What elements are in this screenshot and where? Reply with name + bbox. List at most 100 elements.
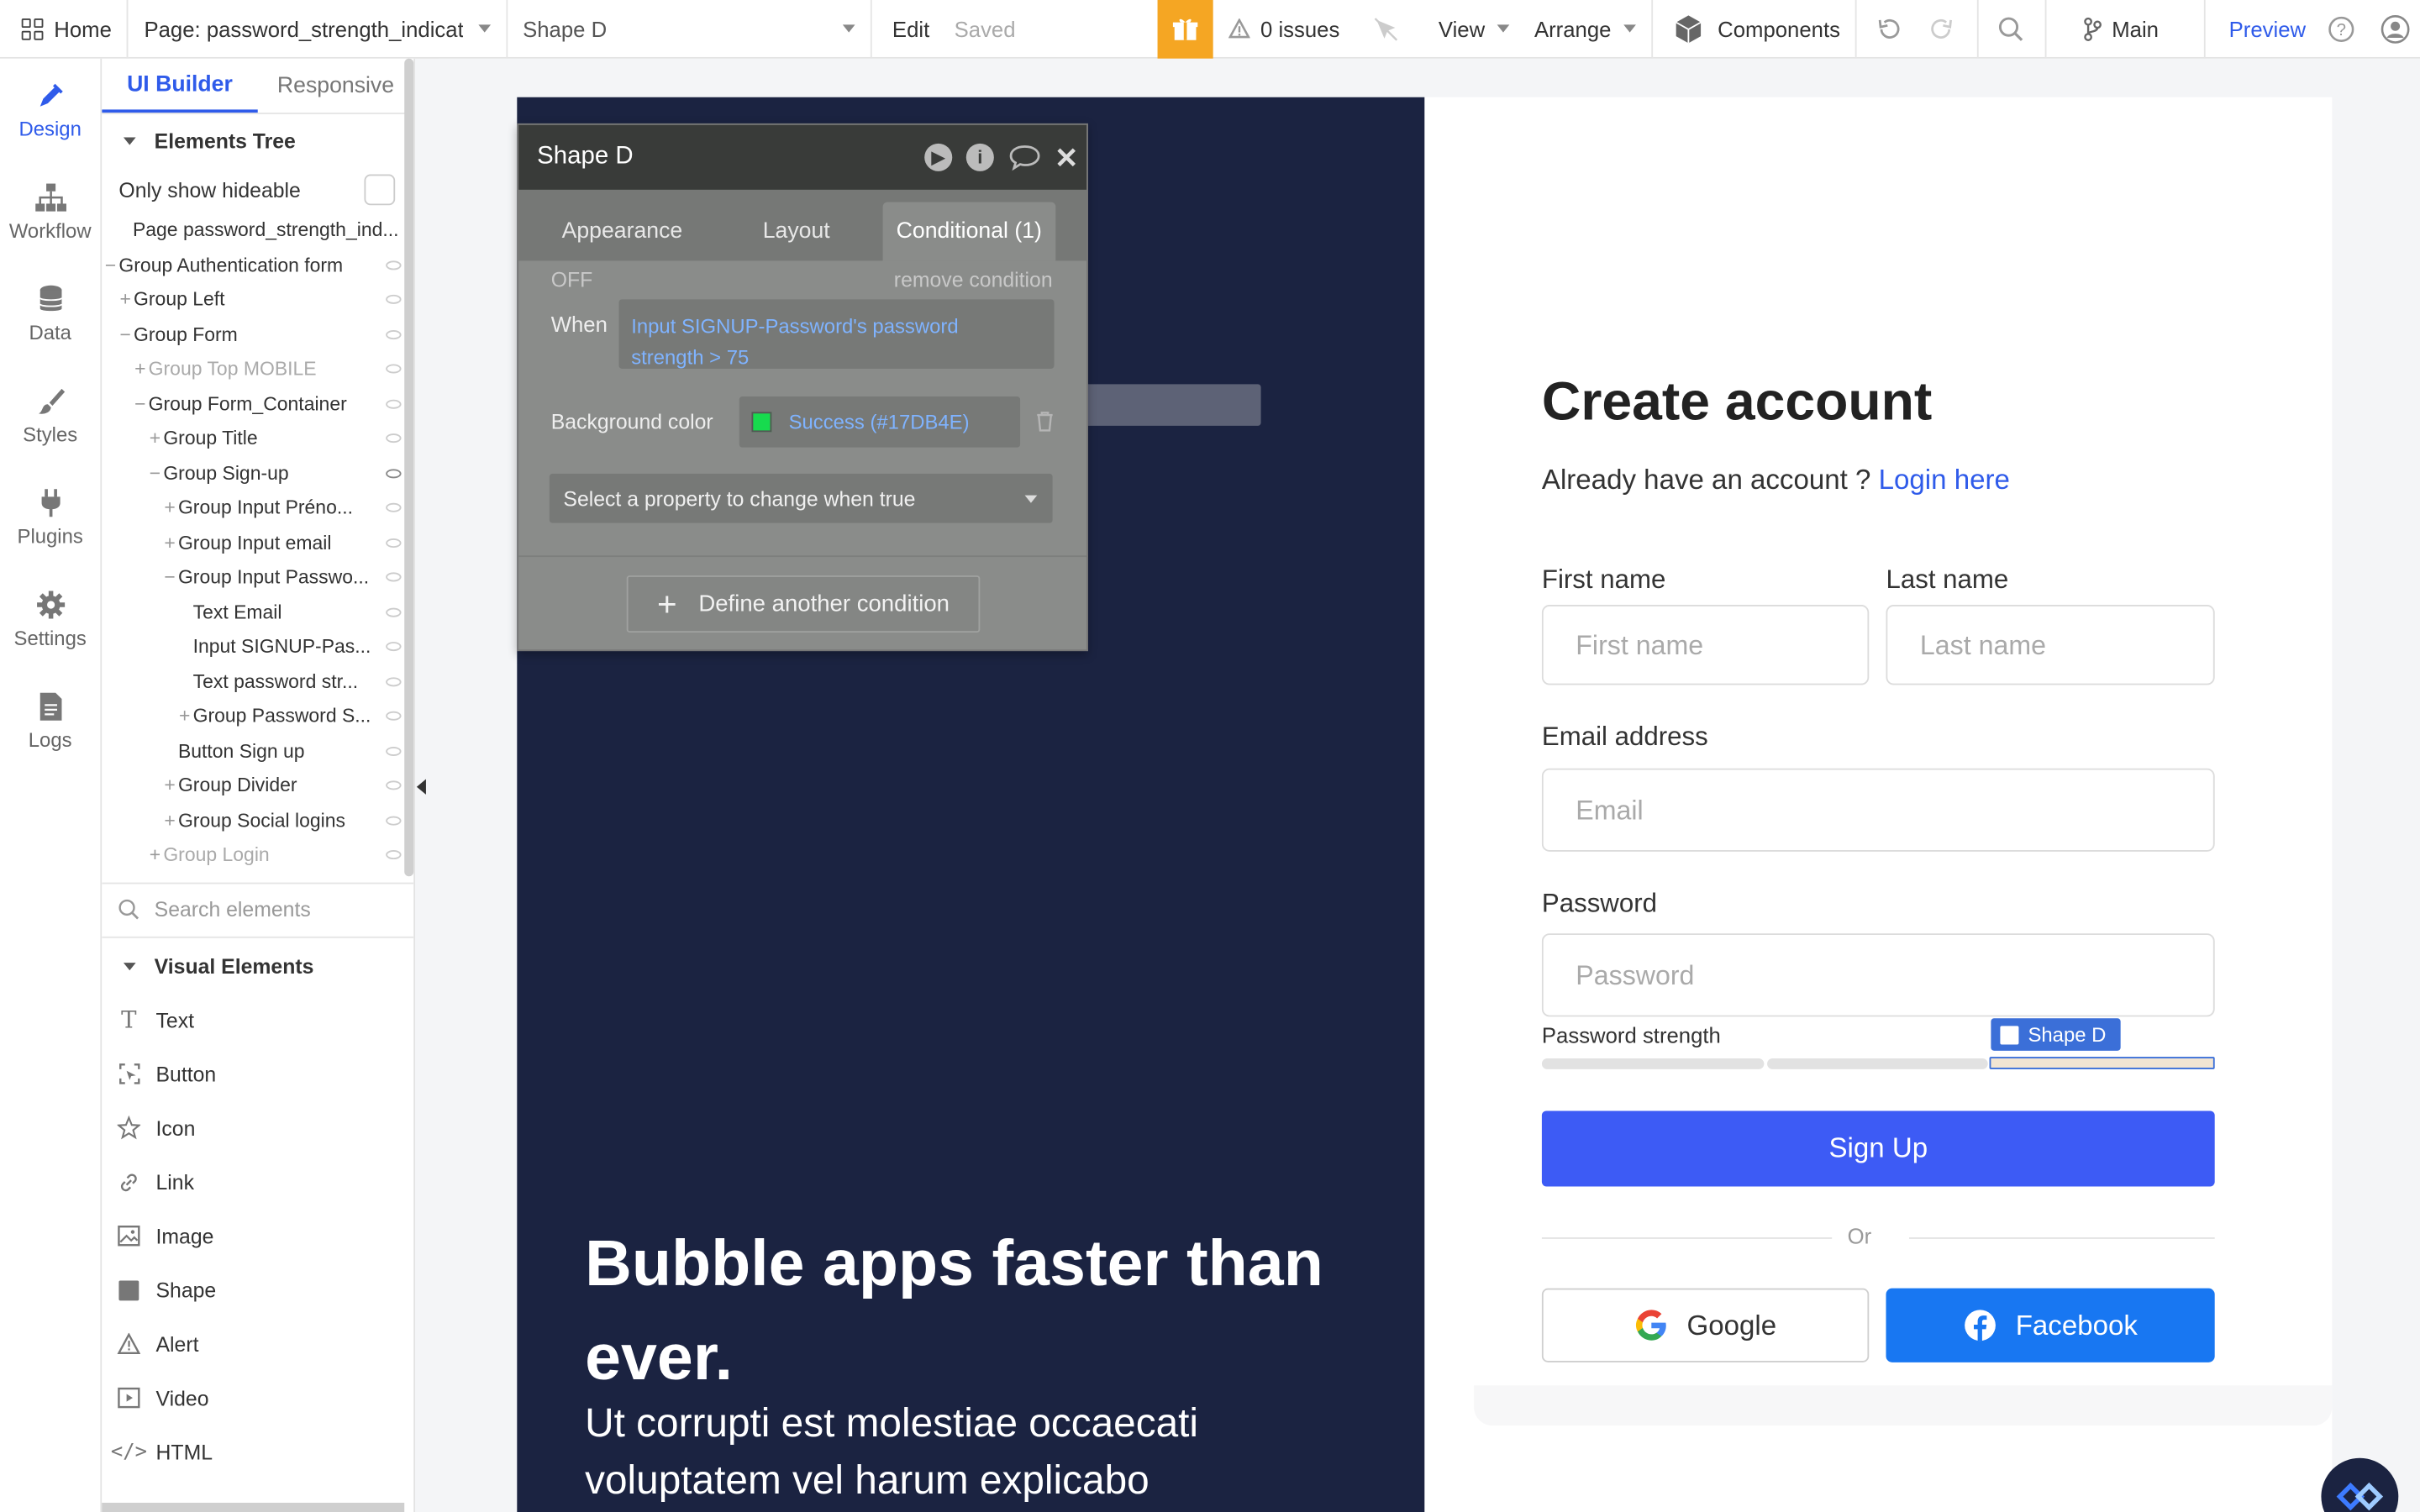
tree-item[interactable]: + Group Login [102, 837, 413, 872]
expand-icon[interactable]: + [150, 428, 164, 449]
expand-icon[interactable]: + [164, 810, 178, 832]
rail-item-styles[interactable]: Styles [0, 364, 100, 465]
visual-element-link[interactable]: Link [102, 1155, 413, 1209]
panel-scrollbar[interactable] [404, 58, 414, 877]
comment-icon[interactable] [1007, 144, 1041, 171]
expand-icon[interactable]: + [164, 774, 178, 796]
redo-button[interactable] [1916, 0, 1980, 58]
eye-icon[interactable] [386, 433, 402, 444]
tab-appearance[interactable]: Appearance [534, 202, 711, 261]
trash-icon[interactable] [1035, 411, 1054, 433]
eye-icon[interactable] [386, 642, 402, 652]
select-property-dropdown[interactable]: Select a property to change when true [549, 473, 1053, 523]
collapse-panel-arrow-icon[interactable] [416, 779, 426, 795]
play-icon[interactable]: ▶ [924, 143, 953, 171]
eye-icon[interactable] [386, 364, 402, 374]
rail-item-logs[interactable]: Logs [0, 669, 100, 771]
tree-item[interactable]: + Group Left [102, 282, 413, 317]
collapse-icon[interactable]: − [164, 567, 178, 589]
visual-element-html[interactable]: </> HTML [102, 1425, 413, 1478]
tree-item[interactable]: Page password_strength_ind... [102, 213, 413, 247]
gift-button[interactable] [1158, 0, 1213, 58]
tree-item[interactable]: Text password str... [102, 664, 413, 699]
eye-icon[interactable] [386, 260, 402, 270]
rail-item-plugins[interactable]: Plugins [0, 466, 100, 568]
rail-item-settings[interactable]: Settings [0, 568, 100, 669]
rail-item-data[interactable]: Data [0, 262, 100, 364]
background-color-value[interactable]: Success (#17DB4E) [739, 396, 1021, 448]
undo-button[interactable] [1857, 0, 1916, 58]
eye-icon[interactable] [386, 746, 402, 756]
login-link[interactable]: Login here [1879, 465, 2010, 496]
expand-icon[interactable]: + [150, 844, 164, 866]
eye-icon[interactable] [386, 295, 402, 305]
condition-off-toggle[interactable]: OFF [551, 269, 593, 292]
property-editor[interactable]: Shape D ▶ i Appearance Layout Conditiona… [517, 123, 1088, 652]
last-name-input[interactable]: Last name [1886, 604, 2215, 685]
only-hideable-toggle[interactable]: Only show hideable [102, 166, 413, 213]
tree-item[interactable]: + Group Input Préno... [102, 491, 413, 525]
collapse-icon[interactable]: − [150, 463, 164, 485]
tree-item[interactable]: Text Email [102, 595, 413, 629]
tree-item[interactable]: + Group Input email [102, 525, 413, 559]
tree-item[interactable]: − Group Input Passwo... [102, 560, 413, 595]
tree-item[interactable]: Input SIGNUP-Pas... [102, 629, 413, 664]
eye-icon[interactable] [386, 607, 402, 617]
home-button[interactable]: Home [0, 0, 129, 58]
tab-responsive[interactable]: Responsive [258, 59, 414, 113]
facebook-login-button[interactable]: Facebook [1886, 1288, 2215, 1362]
expand-icon[interactable]: + [120, 289, 134, 311]
eye-icon[interactable] [386, 329, 402, 339]
preview-button[interactable]: Preview [2206, 0, 2318, 58]
first-name-input[interactable]: First name [1541, 604, 1870, 685]
eye-icon[interactable] [386, 503, 402, 513]
expand-icon[interactable]: + [164, 497, 178, 519]
rail-item-workflow[interactable]: Workflow [0, 160, 100, 262]
info-icon[interactable]: i [965, 143, 994, 171]
collapse-icon[interactable]: − [120, 323, 134, 345]
tree-item[interactable]: − Group Form [102, 317, 413, 351]
account-button[interactable] [2365, 0, 2420, 58]
element-selector[interactable]: Shape D [508, 0, 873, 58]
define-another-condition-button[interactable]: + Define another condition [626, 575, 981, 633]
eye-icon[interactable] [386, 850, 402, 860]
expand-icon[interactable]: + [164, 532, 178, 554]
branch-selector[interactable]: Main [2047, 0, 2207, 58]
eye-icon[interactable] [386, 816, 402, 826]
visual-element-shape[interactable]: Shape [102, 1263, 413, 1316]
tree-item[interactable]: + Group Divider [102, 769, 413, 803]
google-login-button[interactable]: Google [1541, 1288, 1870, 1362]
tree-item[interactable]: + Group Password S... [102, 699, 413, 733]
only-hideable-checkbox[interactable] [364, 174, 396, 206]
eye-icon[interactable] [386, 780, 402, 790]
rail-item-design[interactable]: Design [0, 59, 100, 160]
visual-element-button[interactable]: Button [102, 1047, 413, 1100]
eye-icon[interactable] [386, 676, 402, 686]
bubble-assistant-button[interactable] [2321, 1457, 2399, 1512]
visual-element-text[interactable]: T Text [102, 993, 413, 1047]
strength-shape-d[interactable] [1989, 1057, 2215, 1069]
tree-item[interactable]: − Group Form_Container [102, 386, 413, 421]
edit-mode[interactable]: Edit [872, 0, 942, 58]
tab-layout[interactable]: Layout [710, 202, 855, 261]
search-elements[interactable]: Search elements [102, 881, 414, 937]
tree-item[interactable]: + Group Top MOBILE [102, 352, 413, 386]
tree-item[interactable]: + Group Title [102, 421, 413, 455]
arrange-menu[interactable]: Arrange [1522, 0, 1654, 58]
collapse-icon[interactable]: − [105, 255, 119, 276]
elements-tree-header[interactable]: Elements Tree [102, 114, 413, 166]
page-selector[interactable]: Page: password_strength_indicat [129, 0, 508, 58]
visual-element-video[interactable]: Video [102, 1371, 413, 1425]
strength-shape-b[interactable] [1767, 1058, 1988, 1069]
visual-element-icon[interactable]: Icon [102, 1101, 413, 1155]
expand-icon[interactable]: + [134, 359, 149, 381]
collapse-icon[interactable]: − [134, 393, 149, 415]
tree-item[interactable]: Button Sign up [102, 733, 413, 768]
property-editor-header[interactable]: Shape D ▶ i [518, 124, 1087, 190]
eye-icon[interactable] [386, 538, 402, 548]
eye-icon[interactable] [386, 468, 402, 478]
visual-element-alert[interactable]: Alert [102, 1317, 413, 1371]
close-icon[interactable] [1055, 146, 1077, 168]
tree-item[interactable]: + Group Social logins [102, 803, 413, 837]
condition-expression[interactable]: Input SIGNUP-Password's password strengt… [618, 299, 1055, 369]
